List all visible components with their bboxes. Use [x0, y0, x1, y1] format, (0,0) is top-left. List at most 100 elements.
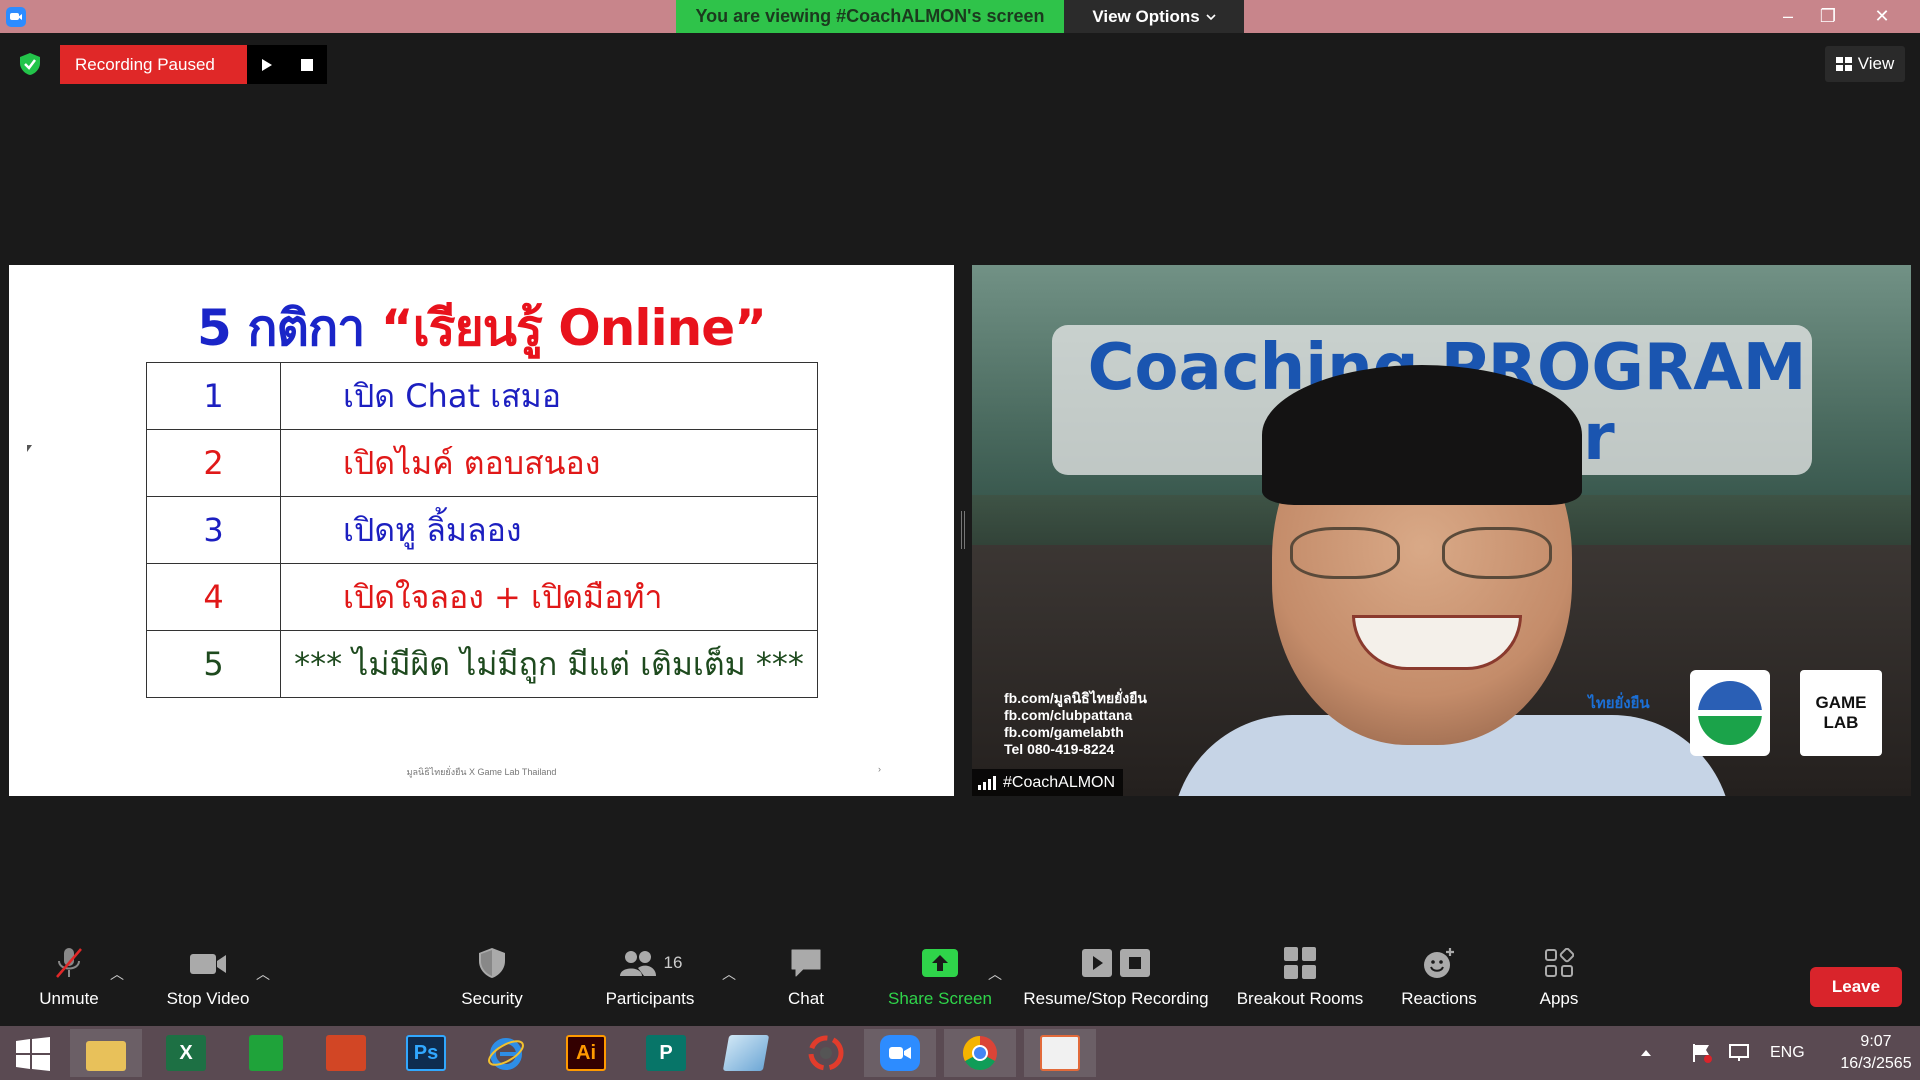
- video-camera-icon: [188, 943, 228, 983]
- fb-link: fb.com/gamelabth: [1004, 724, 1124, 740]
- zoom-taskbar-button[interactable]: [864, 1029, 936, 1077]
- title-bar: You are viewing #CoachALMON's screen Vie…: [0, 0, 1920, 33]
- photoscape-taskbar-button[interactable]: [790, 1029, 862, 1077]
- folder-icon: [86, 1041, 126, 1071]
- encryption-shield-icon[interactable]: [18, 52, 42, 76]
- chevron-up-icon: [1641, 1050, 1651, 1056]
- viewing-banner: You are viewing #CoachALMON's screen: [676, 0, 1064, 33]
- language-indicator[interactable]: ENG: [1770, 1026, 1805, 1080]
- leave-button[interactable]: Leave: [1810, 967, 1902, 1007]
- start-button[interactable]: [8, 1034, 58, 1074]
- share-options-caret-icon[interactable]: ︿: [988, 964, 1002, 984]
- participants-count: 16: [663, 953, 683, 972]
- fb-link: fb.com/clubpattana: [1004, 707, 1133, 723]
- notepad-taskbar-button[interactable]: [710, 1029, 782, 1077]
- store-bag-icon: [249, 1035, 283, 1071]
- recording-status: Recording Paused: [60, 45, 247, 84]
- rule-number: 5: [146, 630, 281, 698]
- rule-text: เปิดหู ลิ้มลอง: [280, 496, 818, 564]
- slide-page-marker: ›: [878, 764, 881, 774]
- participants-icon: 16: [618, 943, 683, 983]
- participant-name: #CoachALMON: [1003, 773, 1116, 791]
- mouse-cursor-icon: [27, 445, 32, 452]
- view-options-button[interactable]: View Options: [1064, 0, 1244, 33]
- split-divider-handle[interactable]: [961, 511, 965, 549]
- view-options-label: View Options: [1092, 6, 1200, 26]
- resume-stop-recording-button[interactable]: Resume/Stop Recording: [1016, 940, 1216, 1025]
- signal-strength-icon: [978, 775, 996, 790]
- windows-logo-icon: [16, 1037, 50, 1071]
- rule-number: 1: [146, 362, 281, 430]
- participants-label: Participants: [605, 989, 695, 1008]
- play-icon: [262, 58, 272, 71]
- glasses-left: [1290, 527, 1400, 579]
- gamelab-logo-line1: GAME: [1815, 693, 1867, 712]
- security-button[interactable]: Security: [452, 940, 532, 1025]
- internet-explorer-taskbar-button[interactable]: [470, 1029, 542, 1077]
- apps-button[interactable]: Apps: [1528, 940, 1590, 1025]
- video-options-caret-icon[interactable]: ︿: [256, 964, 270, 984]
- participants-options-caret-icon[interactable]: ︿: [722, 964, 736, 984]
- chat-button[interactable]: Chat: [776, 940, 836, 1025]
- participant-name-tag: #CoachALMON: [972, 769, 1124, 796]
- slide-title: 5 กติกา “เรียนรู้ Online”: [9, 289, 954, 368]
- rule-number: 4: [146, 563, 281, 631]
- rule-number: 2: [146, 429, 281, 497]
- publisher-taskbar-button[interactable]: P: [630, 1029, 702, 1077]
- photoshop-taskbar-button[interactable]: Ps: [390, 1029, 462, 1077]
- security-label: Security: [461, 989, 523, 1008]
- image-viewer-taskbar-button[interactable]: [1024, 1029, 1096, 1077]
- rule-number: 3: [146, 496, 281, 564]
- stop-video-button[interactable]: Stop Video: [160, 940, 256, 1025]
- zoom-meeting-window: You are viewing #CoachALMON's screen Vie…: [0, 0, 1920, 1080]
- view-layout-button[interactable]: View: [1825, 46, 1905, 82]
- file-explorer-taskbar-button[interactable]: [70, 1029, 142, 1077]
- participant-video-tile[interactable]: Coaching PROGRAM fo urer fb.com/มูลนิธิไ…: [972, 265, 1911, 796]
- breakout-rooms-button[interactable]: Breakout Rooms: [1230, 940, 1370, 1025]
- image-viewer-icon: [1040, 1035, 1080, 1071]
- gamelab-logo-line2: LAB: [1823, 713, 1859, 732]
- resume-recording-button[interactable]: [247, 45, 287, 84]
- shared-screen-slide[interactable]: 5 กติกา “เรียนรู้ Online” 1 เปิด Chat เส…: [9, 265, 954, 796]
- excel-taskbar-button[interactable]: X: [150, 1029, 222, 1077]
- table-row: 5 *** ไม่มีผิด ไม่มีถูก มีแต่ เติมเต็ม *…: [146, 630, 818, 698]
- illustrator-taskbar-button[interactable]: Ai: [550, 1029, 622, 1077]
- illustrator-icon: Ai: [566, 1035, 606, 1071]
- apps-label: Apps: [1539, 989, 1579, 1008]
- store-taskbar-button[interactable]: [230, 1029, 302, 1077]
- share-screen-button[interactable]: Share Screen: [880, 940, 1000, 1025]
- resume-stop-recording-label: Resume/Stop Recording: [1023, 989, 1209, 1008]
- powerpoint-taskbar-button[interactable]: [310, 1029, 382, 1077]
- meeting-toolbar: Unmute ︿ Stop Video ︿ Security 16 Partic…: [0, 940, 1920, 1025]
- taskbar-clock[interactable]: 9:07 16/3/2565: [1838, 1031, 1914, 1075]
- show-hidden-icons-button[interactable]: [1640, 1026, 1652, 1080]
- notepad-icon: [722, 1035, 770, 1071]
- action-center-flag-icon[interactable]: [1690, 1026, 1714, 1080]
- close-button[interactable]: ✕: [1862, 0, 1902, 33]
- view-label: View: [1857, 54, 1895, 73]
- zoom-icon: [880, 1035, 920, 1071]
- minimize-button[interactable]: –: [1768, 0, 1808, 33]
- foundation-logo: [1690, 670, 1770, 756]
- powerpoint-icon: [326, 1035, 366, 1071]
- recording-controls-icon: [1081, 943, 1151, 983]
- table-row: 1 เปิด Chat เสมอ: [146, 362, 818, 430]
- clock-time: 9:07: [1860, 1033, 1892, 1050]
- internet-explorer-icon: [488, 1038, 524, 1070]
- thai-yangyuen-logo: ไทยยั่งยืน: [1588, 695, 1650, 712]
- unmute-button[interactable]: Unmute: [24, 940, 114, 1025]
- stop-recording-button[interactable]: [287, 45, 327, 84]
- audio-options-caret-icon[interactable]: ︿: [110, 964, 124, 984]
- glasses-right: [1442, 527, 1552, 579]
- restore-button[interactable]: ❐: [1808, 0, 1848, 33]
- network-icon[interactable]: [1728, 1026, 1752, 1080]
- slide-title-highlight: “เรียนรู้ Online”: [380, 299, 767, 357]
- chat-bubble-icon: [789, 943, 823, 983]
- rule-text: เปิดไมค์ ตอบสนอง: [280, 429, 818, 497]
- photoscape-icon: [808, 1035, 844, 1071]
- chrome-taskbar-button[interactable]: [944, 1029, 1016, 1077]
- reactions-button[interactable]: Reactions: [1394, 940, 1484, 1025]
- participants-button[interactable]: 16 Participants: [596, 940, 704, 1025]
- apps-icon: [1544, 943, 1574, 983]
- zoom-logo-icon: [6, 7, 26, 27]
